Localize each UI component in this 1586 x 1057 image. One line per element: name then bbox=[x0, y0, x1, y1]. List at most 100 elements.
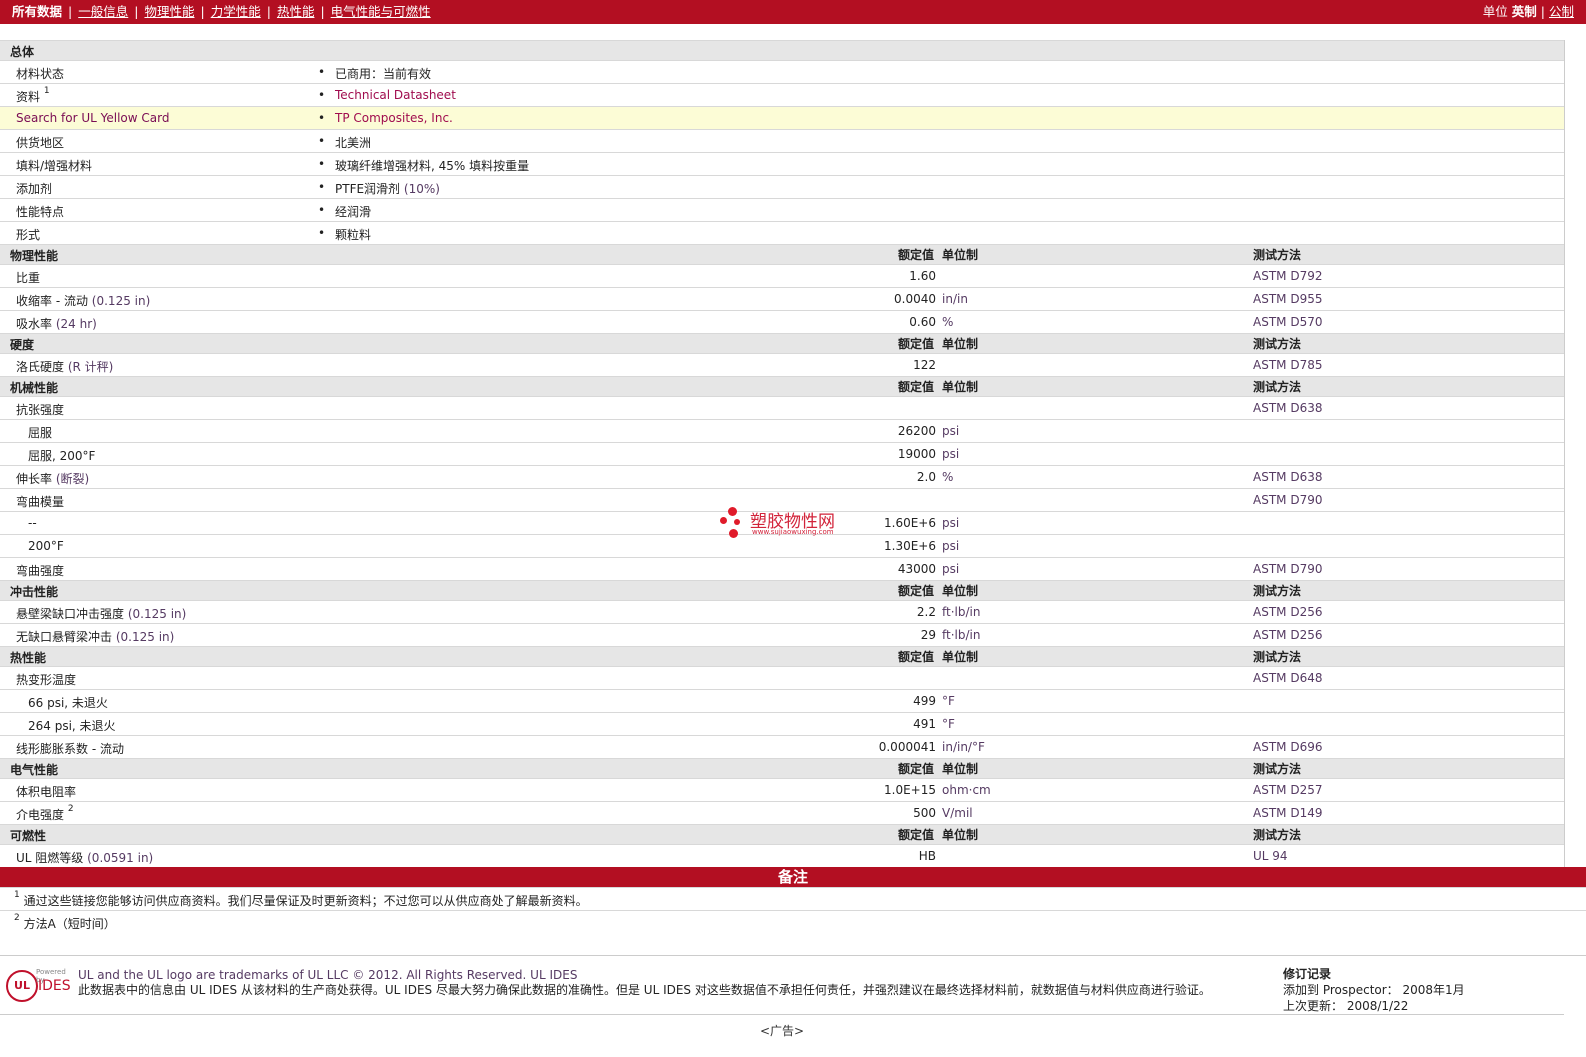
property-label: 屈服, 200°F bbox=[28, 447, 95, 464]
col-header-unit: 单位制 bbox=[942, 337, 979, 351]
property-unit: psi bbox=[942, 447, 960, 461]
section-title: 热性能 bbox=[10, 651, 47, 665]
property-value: HB bbox=[918, 849, 936, 863]
property-value: 2.2 bbox=[916, 605, 936, 619]
property-label: 线形膨胀系数 - 流动 bbox=[16, 740, 124, 757]
property-unit: °F bbox=[942, 717, 955, 731]
property-unit: psi bbox=[942, 516, 960, 530]
general-value: 经润滑 bbox=[335, 203, 371, 220]
property-value: 491 bbox=[913, 717, 936, 731]
property-label-text: 屈服, 200°F bbox=[28, 449, 96, 463]
property-value: 499 bbox=[913, 694, 936, 708]
general-label: 供货地区 bbox=[16, 134, 64, 151]
test-method: ASTM D149 bbox=[1253, 806, 1323, 820]
property-label-text: 264 psi, 未退火 bbox=[28, 719, 116, 733]
general-value-text: 颗粒料 bbox=[335, 228, 372, 242]
property-value: 1.0E+15 bbox=[884, 783, 936, 797]
property-label: 弯曲强度 bbox=[16, 562, 64, 579]
footnote-marker: 2 bbox=[14, 913, 20, 923]
general-label: 资料 1 bbox=[16, 86, 50, 105]
section-nav: 所有数据 | 一般信息 | 物理性能 | 力学性能 | 热性能 | 电气性能与可燃性 bbox=[12, 4, 431, 19]
test-method: ASTM D790 bbox=[1253, 562, 1323, 576]
general-label-text: Search for UL Yellow Card bbox=[16, 111, 170, 125]
test-method: UL 94 bbox=[1253, 849, 1288, 863]
section-header-general: 总体 bbox=[0, 40, 1564, 60]
test-method: ASTM D570 bbox=[1253, 315, 1323, 329]
nav-tab-5[interactable]: 电气性能与可燃性 bbox=[331, 4, 431, 19]
condition: (10%) bbox=[403, 182, 440, 196]
general-label: 填料/增强材料 bbox=[16, 157, 92, 174]
section-header: 热性能 额定值 单位制 测试方法 bbox=[0, 646, 1564, 666]
col-header-unit: 单位制 bbox=[942, 380, 979, 394]
property-value: 1.30E+6 bbox=[884, 539, 936, 553]
test-method: ASTM D648 bbox=[1253, 671, 1323, 685]
property-row: 介电强度 2 500 V/mil ASTM D149 bbox=[0, 801, 1564, 824]
section-title: 物理性能 bbox=[10, 249, 59, 263]
condition: (0.125 in) bbox=[115, 630, 175, 644]
condition: (R 计秤) bbox=[67, 360, 114, 374]
property-value: 1.60 bbox=[909, 269, 936, 283]
property-row: 悬壁梁缺口冲击强度 (0.125 in) 2.2 ft·lb/in ASTM D256 bbox=[0, 600, 1564, 623]
property-row: 体积电阻率 1.0E+15 ohm·cm ASTM D257 bbox=[0, 778, 1564, 801]
property-label-text: 200°F bbox=[28, 539, 64, 553]
general-label-text: 填料/增强材料 bbox=[16, 159, 93, 173]
condition: (24 hr) bbox=[55, 317, 97, 331]
test-method: ASTM D955 bbox=[1253, 292, 1323, 306]
col-header-method: 测试方法 bbox=[1253, 584, 1302, 598]
general-row: 性能特点 • 经润滑 bbox=[0, 198, 1564, 221]
property-row: 伸长率 (断裂) 2.0% ASTM D638 bbox=[0, 465, 1564, 488]
nav-tab-2[interactable]: 物理性能 bbox=[144, 4, 194, 19]
property-row: 264 psi, 未退火 491 °F bbox=[0, 712, 1564, 735]
section-title: 总体 bbox=[10, 45, 35, 59]
property-value: 2.0 bbox=[916, 470, 936, 484]
general-label-text: 添加剂 bbox=[16, 182, 53, 196]
col-header-unit: 单位制 bbox=[942, 828, 979, 842]
property-row: 线形膨胀系数 - 流动 0.000041 in/in/°F ASTM D696 bbox=[0, 735, 1564, 758]
property-unit: ft·lb/in bbox=[942, 605, 981, 619]
general-value-text: 已商用：当前有效 bbox=[335, 67, 432, 81]
section-title: 机械性能 bbox=[10, 381, 59, 395]
general-link[interactable]: TP Composites, Inc. bbox=[335, 111, 453, 125]
ul-logo-icon: UL bbox=[6, 970, 38, 1002]
revision-history: 修订记录 添加到 Prospector： 2008年1月 上次更新： 2008/… bbox=[1283, 966, 1465, 1014]
property-label-text: 线形膨胀系数 - 流动 bbox=[16, 742, 124, 756]
nav-tab-4[interactable]: 热性能 bbox=[277, 4, 315, 19]
note-text: 通过这些链接您能够访问供应商资料。我们尽量保证及时更新资料；不过您可以从供应商处… bbox=[23, 894, 588, 908]
property-unit: ft·lb/in bbox=[942, 628, 981, 642]
general-row: 填料/增强材料 • 玻璃纤维增强材料, 45% 填料按重量 bbox=[0, 152, 1564, 175]
property-label: 200°F bbox=[28, 539, 64, 553]
property-label: 弯曲模量 bbox=[16, 493, 64, 510]
nav-tab-1[interactable]: 一般信息 bbox=[78, 4, 128, 19]
unit-switcher: 单位 英制 | 公制 bbox=[1482, 4, 1574, 19]
general-label-text: 材料状态 bbox=[16, 67, 65, 81]
general-row: 形式 • 颗粒料 bbox=[0, 221, 1564, 244]
general-link[interactable]: Technical Datasheet bbox=[335, 88, 456, 102]
property-unit: ohm·cm bbox=[942, 783, 991, 797]
property-label: UL 阻燃等级 (0.0591 in) bbox=[16, 849, 153, 866]
note-item: 1 通过这些链接您能够访问供应商资料。我们尽量保证及时更新资料；不过您可以从供应… bbox=[0, 887, 1586, 910]
general-value-text: TP Composites, Inc. bbox=[335, 111, 453, 125]
property-label: 吸水率 (24 hr) bbox=[16, 315, 97, 332]
note-text-wrap: 1 通过这些链接您能够访问供应商资料。我们尽量保证及时更新资料；不过您可以从供应… bbox=[14, 890, 588, 909]
general-value-text: PTFE润滑剂 bbox=[335, 182, 401, 196]
property-label: 264 psi, 未退火 bbox=[28, 717, 116, 734]
units-label: 单位 bbox=[1482, 4, 1508, 19]
nav-tab-3[interactable]: 力学性能 bbox=[211, 4, 261, 19]
test-method: ASTM D257 bbox=[1253, 783, 1323, 797]
revision-updated: 上次更新： 2008/1/22 bbox=[1283, 999, 1409, 1013]
revision-added: 添加到 Prospector： 2008年1月 bbox=[1283, 983, 1465, 997]
property-row: 收缩率 - 流动 (0.125 in) 0.0040 in/in ASTM D955 bbox=[0, 287, 1564, 310]
section-header: 电气性能 额定值 单位制 测试方法 bbox=[0, 758, 1564, 778]
general-label: 添加剂 bbox=[16, 180, 52, 197]
property-row: 吸水率 (24 hr) 0.60% ASTM D570 bbox=[0, 310, 1564, 333]
nav-tab-0[interactable]: 所有数据 bbox=[12, 4, 62, 19]
ad-label: <广告> bbox=[759, 1024, 805, 1038]
section-header: 冲击性能 额定值 单位制 测试方法 bbox=[0, 580, 1564, 600]
unit-imperial[interactable]: 英制 bbox=[1512, 4, 1537, 19]
bullet: • bbox=[318, 180, 326, 194]
bullet: • bbox=[318, 134, 326, 148]
property-label: 抗张强度 bbox=[16, 401, 64, 418]
unit-metric-link[interactable]: 公制 bbox=[1549, 4, 1574, 19]
property-label-text: -- bbox=[28, 516, 37, 530]
property-label-text: UL 阻燃等级 bbox=[16, 851, 84, 865]
